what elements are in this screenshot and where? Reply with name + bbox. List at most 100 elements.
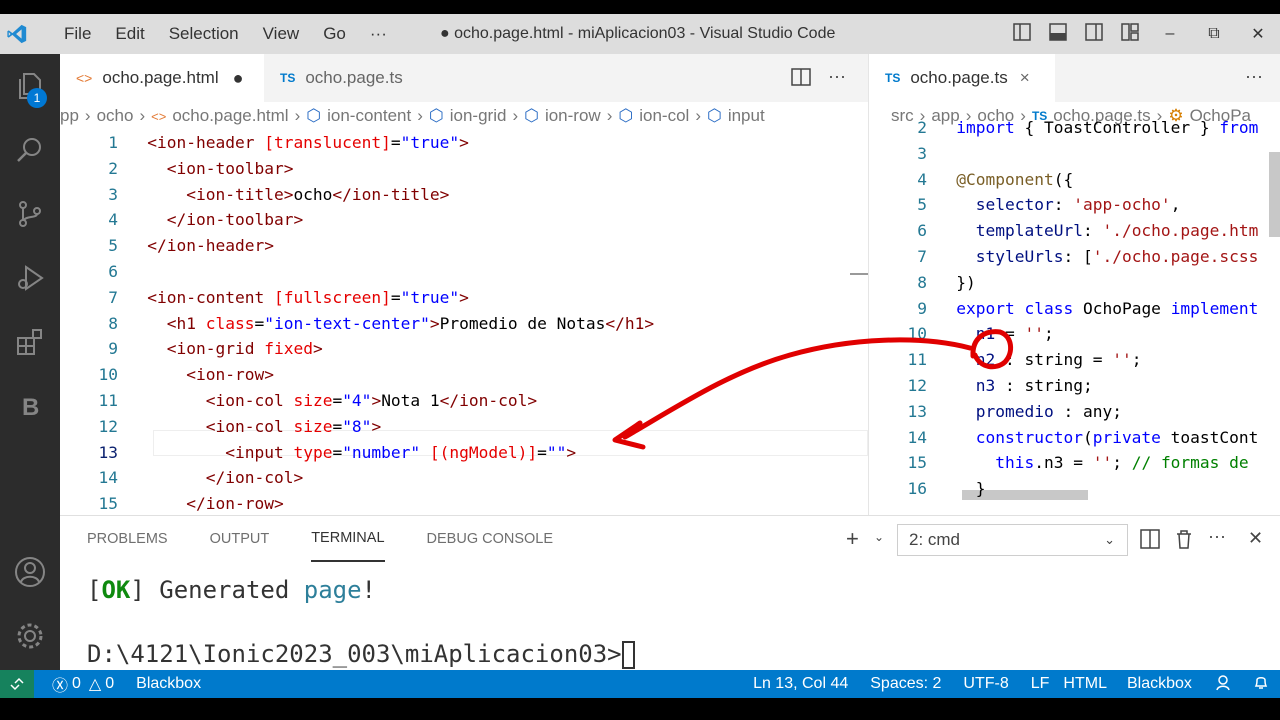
- tab-debug-console[interactable]: DEBUG CONSOLE: [427, 516, 554, 562]
- chevron-down-icon[interactable]: ⌄: [874, 530, 884, 544]
- breadcrumb-item[interactable]: ion-row: [545, 106, 601, 126]
- code-line[interactable]: 4 </ion-toolbar>: [60, 207, 868, 233]
- code-line[interactable]: 14 </ion-col>: [60, 465, 868, 491]
- language-mode[interactable]: HTML: [1063, 675, 1107, 693]
- notifications-icon[interactable]: [1252, 673, 1270, 696]
- code-line[interactable]: 9 export class OchoPage implement: [869, 296, 1280, 322]
- error-icon[interactable]: Ⓧ: [52, 672, 68, 696]
- code-line[interactable]: 15 this.n3 = ''; // formas de: [869, 450, 1280, 476]
- code-line[interactable]: 9 <ion-grid fixed>: [60, 336, 868, 362]
- minimize-icon[interactable]: –: [1148, 14, 1192, 54]
- code-line[interactable]: 2 import { ToastController } from: [869, 115, 1280, 141]
- menu-more[interactable]: ···: [358, 24, 399, 44]
- error-count[interactable]: 0: [72, 675, 81, 693]
- unsaved-dot-icon[interactable]: ●: [233, 68, 244, 89]
- tab-ocho-page-ts[interactable]: TS ocho.page.ts: [264, 54, 444, 102]
- menu-edit[interactable]: Edit: [103, 24, 156, 44]
- blackbox-status-right[interactable]: Blackbox: [1127, 675, 1192, 693]
- code-line[interactable]: 10 <ion-row>: [60, 362, 868, 388]
- new-terminal-icon[interactable]: +: [846, 526, 859, 552]
- code-line[interactable]: 11 n2 : string = '';: [869, 347, 1280, 373]
- tab-ocho-page-html[interactable]: <> ocho.page.html ●: [60, 54, 264, 102]
- code-line[interactable]: 13 promedio : any;: [869, 399, 1280, 425]
- code-token: './ocho.page.scss: [1092, 246, 1259, 266]
- warning-count[interactable]: 0: [105, 675, 114, 693]
- code-line[interactable]: 5 </ion-header>: [60, 233, 868, 259]
- code-line[interactable]: 6 templateUrl: './ocho.page.htm: [869, 218, 1280, 244]
- close-panel-icon[interactable]: ✕: [1248, 528, 1263, 549]
- code-line[interactable]: 16 }: [869, 476, 1280, 500]
- split-terminal-icon[interactable]: [1140, 529, 1160, 554]
- gutter-gap: [927, 299, 956, 318]
- toggle-panel-icon[interactable]: [1048, 22, 1068, 42]
- code-line[interactable]: 3 <ion-title>ocho</ion-title>: [60, 182, 868, 208]
- code-line[interactable]: 2 <ion-toolbar>: [60, 156, 868, 182]
- cursor-position[interactable]: Ln 13, Col 44: [753, 675, 848, 693]
- code-line[interactable]: 6: [60, 259, 868, 285]
- blackbox-icon[interactable]: B: [0, 374, 60, 438]
- code-line[interactable]: 14 constructor(private toastCont: [869, 425, 1280, 451]
- breadcrumb-item[interactable]: pp: [60, 106, 79, 126]
- code-line[interactable]: 11 <ion-col size="4">Nota 1</ion-col>: [60, 388, 868, 414]
- code-line[interactable]: 3: [869, 141, 1280, 167]
- code-line[interactable]: 5 selector: 'app-ocho',: [869, 192, 1280, 218]
- terminal-select[interactable]: 2: cmd ⌄: [897, 524, 1128, 556]
- customize-layout-icon[interactable]: [1120, 22, 1140, 42]
- toggle-sidebar-icon[interactable]: [1012, 22, 1032, 42]
- warning-icon[interactable]: △: [89, 674, 101, 694]
- tab-terminal[interactable]: TERMINAL: [311, 516, 385, 562]
- code-line[interactable]: 1 <ion-header [translucent]="true">: [60, 130, 868, 156]
- code-line[interactable]: 15 </ion-row>: [60, 491, 868, 515]
- indentation[interactable]: Spaces: 2: [870, 675, 941, 693]
- gutter-gap: [118, 159, 147, 178]
- tab-ocho-page-ts-right[interactable]: TS ocho.page.ts ×: [869, 54, 1055, 102]
- code-line[interactable]: 8 <h1 class="ion-text-center">Promedio d…: [60, 311, 868, 337]
- breadcrumb-item[interactable]: ion-grid: [450, 106, 507, 126]
- close-window-icon[interactable]: ✕: [1236, 14, 1280, 54]
- more-actions-icon[interactable]: ···: [1208, 526, 1226, 547]
- menu-file[interactable]: File: [52, 24, 103, 44]
- restore-icon[interactable]: ⧉: [1192, 14, 1236, 54]
- left-code-area[interactable]: 1 <ion-header [translucent]="true"> 2 <io…: [60, 130, 868, 515]
- breadcrumb-item[interactable]: ocho: [97, 106, 134, 126]
- feedback-icon[interactable]: [1214, 673, 1232, 696]
- right-code-area[interactable]: 2 import { ToastController } from 3 4 @Co…: [869, 115, 1280, 500]
- source-control-icon[interactable]: [0, 182, 60, 246]
- close-tab-icon[interactable]: ×: [1020, 68, 1030, 88]
- breadcrumb-item[interactable]: input: [728, 106, 765, 126]
- encoding[interactable]: UTF-8: [963, 675, 1008, 693]
- split-editor-icon[interactable]: [790, 66, 812, 93]
- blackbox-status[interactable]: Blackbox: [136, 675, 201, 693]
- terminal-output[interactable]: [OK] Generated page! D:\4121\Ionic2023_0…: [60, 570, 1280, 674]
- code-line[interactable]: 8 }): [869, 270, 1280, 296]
- settings-gear-icon[interactable]: [0, 604, 60, 668]
- explorer-icon[interactable]: 1: [0, 54, 60, 118]
- toggle-secondary-sidebar-icon[interactable]: [1084, 22, 1104, 42]
- accounts-icon[interactable]: [0, 540, 60, 604]
- code-line[interactable]: 12 <ion-col size="8">: [60, 414, 868, 440]
- trash-icon[interactable]: [1174, 529, 1194, 554]
- code-line[interactable]: 7 styleUrls: ['./ocho.page.scss: [869, 244, 1280, 270]
- menu-view[interactable]: View: [251, 24, 312, 44]
- menu-go[interactable]: Go: [311, 24, 358, 44]
- menu-selection[interactable]: Selection: [157, 24, 251, 44]
- end-of-line[interactable]: LF: [1031, 675, 1050, 693]
- code-line[interactable]: 10 n1 = '';: [869, 321, 1280, 347]
- extensions-icon[interactable]: [0, 310, 60, 374]
- code-line[interactable]: 7 <ion-content [fullscreen]="true">: [60, 285, 868, 311]
- more-actions-icon[interactable]: ···: [828, 66, 846, 87]
- code-line[interactable]: 13 <input type="number" [(ngModel)]="">: [60, 440, 868, 466]
- run-debug-icon[interactable]: [0, 246, 60, 310]
- code-line[interactable]: 4 @Component({: [869, 167, 1280, 193]
- tab-output[interactable]: OUTPUT: [210, 516, 270, 562]
- more-actions-icon[interactable]: ···: [1245, 66, 1263, 87]
- breadcrumb-item[interactable]: ocho.page.html: [172, 106, 288, 126]
- remote-indicator-icon[interactable]: [0, 670, 34, 698]
- search-icon[interactable]: [0, 118, 60, 182]
- code-token: : string;: [995, 375, 1093, 395]
- code-line[interactable]: 12 n3 : string;: [869, 373, 1280, 399]
- breadcrumb-item[interactable]: ion-content: [327, 106, 411, 126]
- breadcrumb-item[interactable]: ion-col: [639, 106, 689, 126]
- tab-problems[interactable]: PROBLEMS: [87, 516, 168, 562]
